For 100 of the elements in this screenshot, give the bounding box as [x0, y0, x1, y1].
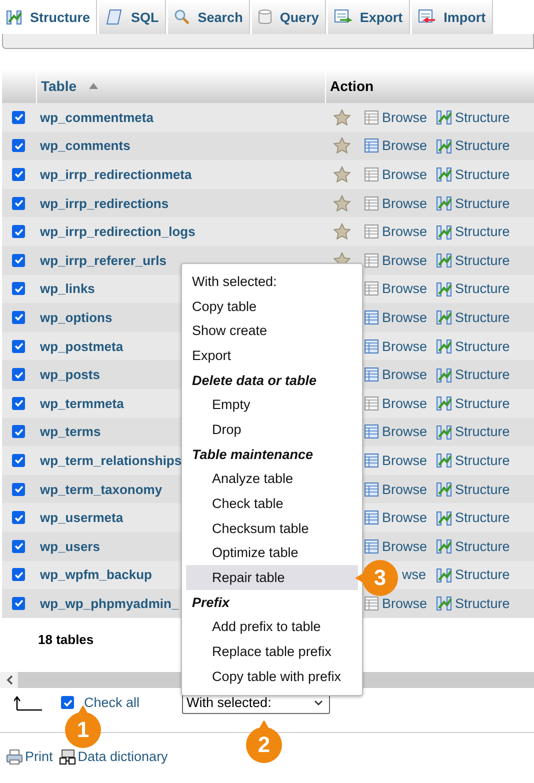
row-checkbox[interactable]: [12, 340, 25, 353]
menu-item[interactable]: Export: [186, 343, 358, 368]
browse-link[interactable]: Browse: [382, 138, 428, 154]
import-icon: [418, 9, 436, 25]
menu-item[interactable]: Optimize table: [186, 540, 358, 566]
row-checkbox[interactable]: [12, 196, 25, 210]
browse-link[interactable]: Browse: [382, 538, 428, 554]
structure-link[interactable]: Structure: [436, 595, 510, 612]
browse-link[interactable]: Browse: [382, 196, 428, 211]
menu-item[interactable]: Replace table prefix: [186, 639, 358, 664]
menu-item[interactable]: Repair table: [186, 565, 358, 590]
header-cell: [2, 69, 36, 103]
star-icon[interactable]: [333, 223, 351, 240]
structure-link[interactable]: Structure: [436, 510, 510, 526]
table-name-link[interactable]: wp_term_relationships: [40, 452, 182, 468]
menu-item[interactable]: Copy table: [186, 294, 358, 318]
menu-item[interactable]: Empty: [186, 392, 358, 418]
star-icon[interactable]: [333, 108, 351, 126]
browse-link[interactable]: Browse: [382, 281, 428, 296]
table-name-link[interactable]: wp_users: [40, 538, 100, 554]
structure-icon: [436, 252, 452, 268]
table-name-link[interactable]: wp_postmeta: [40, 338, 124, 354]
row-checkbox[interactable]: [12, 596, 25, 610]
row-checkbox[interactable]: [12, 168, 25, 181]
column-header[interactable]: Table: [36, 69, 325, 103]
row-checkbox[interactable]: [12, 139, 25, 152]
browse-link[interactable]: Browse: [382, 482, 428, 497]
footer-link[interactable]: Print: [6, 748, 53, 765]
structure-link[interactable]: Structure: [436, 138, 510, 154]
footer-link[interactable]: Data dictionary: [58, 748, 168, 765]
row-checkbox[interactable]: [12, 254, 25, 267]
structure-link[interactable]: Structure: [436, 195, 510, 212]
browse-link[interactable]: Browse: [382, 396, 428, 411]
structure-link[interactable]: Structure: [436, 566, 510, 583]
structure-link[interactable]: Structure: [436, 538, 510, 554]
structure-link[interactable]: Structure: [436, 424, 510, 440]
tab[interactable]: Search: [168, 0, 250, 34]
row-checkbox[interactable]: [12, 482, 25, 496]
chevron-down-icon: [314, 700, 323, 706]
search-icon: [174, 9, 190, 25]
row-checkbox[interactable]: [12, 368, 25, 382]
table-name-link[interactable]: wp_options: [40, 310, 112, 325]
row-checkbox[interactable]: [12, 540, 25, 553]
menu-item[interactable]: Checksum table: [186, 516, 358, 541]
star-icon[interactable]: [333, 137, 351, 154]
browse-link[interactable]: Browse: [382, 510, 428, 526]
row-checkbox[interactable]: [12, 310, 25, 324]
browse-link[interactable]: Browse: [382, 596, 428, 611]
browse-link[interactable]: Browse: [382, 166, 428, 182]
browse-link[interactable]: Browse: [382, 310, 428, 325]
structure-link[interactable]: Structure: [436, 280, 510, 297]
structure-link[interactable]: Structure: [436, 452, 510, 468]
tab[interactable]: Import: [412, 0, 493, 34]
row-checkbox[interactable]: [12, 110, 25, 124]
row-checkbox[interactable]: [12, 454, 25, 467]
menu-item[interactable]: Check table: [186, 491, 358, 516]
browse-link[interactable]: Browse: [382, 367, 428, 382]
tab[interactable]: Query: [252, 0, 326, 34]
structure-link[interactable]: Structure: [436, 252, 510, 268]
menu-item[interactable]: Analyze table: [186, 466, 358, 492]
row-checkbox[interactable]: [12, 425, 25, 438]
menu-item[interactable]: Copy table with prefix: [186, 664, 358, 689]
row-checkbox[interactable]: [12, 511, 25, 524]
structure-link[interactable]: Structure: [436, 309, 510, 326]
table-name-link[interactable]: wp_links: [40, 281, 95, 296]
star-icon[interactable]: [333, 194, 351, 212]
table-name-link[interactable]: wp_posts: [40, 367, 100, 382]
table-name-link[interactable]: wp_comments: [40, 138, 130, 154]
menu-item[interactable]: Add prefix to table: [186, 614, 358, 640]
browse-link[interactable]: Browse: [382, 338, 428, 354]
browse-link[interactable]: Browse: [382, 424, 428, 440]
structure-link[interactable]: Structure: [436, 338, 510, 354]
table-name-link[interactable]: wp_terms: [40, 424, 101, 440]
table-name-link[interactable]: wp_usermeta: [40, 510, 124, 526]
table-name-link[interactable]: wp_wp_phpmyadmin_: [40, 596, 179, 611]
menu-item[interactable]: Show create: [186, 318, 358, 344]
table-name-link[interactable]: wp_termmeta: [40, 396, 124, 411]
structure-link[interactable]: Structure: [436, 481, 510, 498]
structure-link[interactable]: Structure: [436, 166, 510, 182]
structure-icon: [436, 338, 452, 354]
browse-link[interactable]: Browse: [382, 452, 428, 468]
star-icon[interactable]: [333, 166, 351, 183]
structure-link[interactable]: Structure: [436, 366, 510, 383]
row-checkbox[interactable]: [12, 225, 25, 238]
row-checkbox[interactable]: [12, 282, 25, 296]
browse-link[interactable]: wse: [402, 567, 426, 582]
structure-link[interactable]: Structure: [436, 109, 510, 126]
browse-link[interactable]: Browse: [382, 110, 428, 125]
table-name-link[interactable]: wp_wpfm_backup: [40, 567, 152, 582]
structure-link[interactable]: Structure: [436, 224, 510, 240]
menu-item[interactable]: Drop: [186, 417, 358, 442]
tab[interactable]: SQL: [99, 0, 166, 34]
structure-link[interactable]: Structure: [436, 395, 510, 412]
browse-link[interactable]: Browse: [382, 224, 428, 240]
row-checkbox[interactable]: [12, 568, 25, 582]
chevron-left-icon[interactable]: [6, 674, 12, 685]
menu-caption[interactable]: With selected:: [186, 269, 358, 294]
tab[interactable]: Export: [328, 0, 410, 34]
browse-link[interactable]: Browse: [382, 252, 428, 268]
row-checkbox[interactable]: [12, 396, 25, 410]
